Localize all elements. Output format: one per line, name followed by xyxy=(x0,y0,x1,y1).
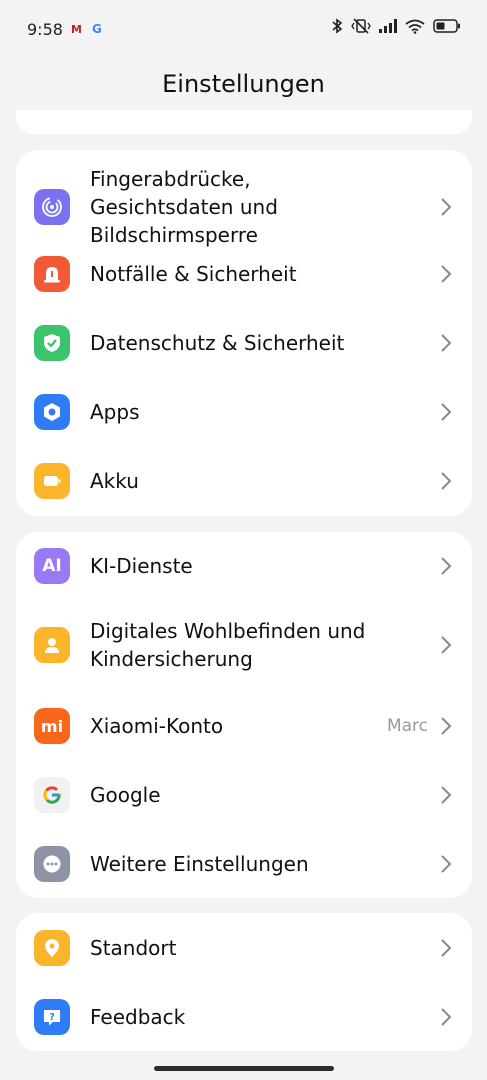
setting-apps[interactable]: Apps xyxy=(16,378,472,446)
location-pin-icon xyxy=(34,930,70,966)
setting-label: Digitales Wohlbefinden und Kindersicheru… xyxy=(90,619,366,671)
setting-xiaomi-account[interactable]: mi Xiaomi-Konto Marc xyxy=(16,692,472,760)
setting-feedback[interactable]: ? Feedback xyxy=(16,983,472,1051)
gmail-notification-icon: M xyxy=(71,23,82,36)
vibrate-off-icon xyxy=(351,18,371,34)
setting-label: Google xyxy=(90,783,161,807)
setting-label: Fingerabdrücke, Gesichtsdaten und Bildsc… xyxy=(90,167,278,247)
settings-group-security: Fingerabdrücke, Gesichtsdaten und Bildsc… xyxy=(16,150,472,516)
wifi-icon xyxy=(405,19,425,34)
shield-check-icon xyxy=(34,325,70,361)
settings-screen: 9:58 M G Einstellungen Fingerabdrücke, G… xyxy=(0,0,487,1080)
chevron-right-icon xyxy=(441,717,452,735)
setting-label: KI-Dienste xyxy=(90,554,193,578)
setting-more-settings[interactable]: Weitere Einstellungen xyxy=(16,830,472,898)
bluetooth-icon xyxy=(331,18,343,34)
battery-icon xyxy=(433,19,461,33)
setting-label: Akku xyxy=(90,469,139,493)
chevron-right-icon xyxy=(441,939,452,957)
page-title: Einstellungen xyxy=(162,70,325,98)
chevron-right-icon xyxy=(441,472,452,490)
emergency-bell-icon xyxy=(34,256,70,292)
chevron-right-icon xyxy=(441,855,452,873)
status-bar: 9:58 M G xyxy=(0,0,487,60)
chevron-right-icon xyxy=(441,334,452,352)
google-notification-icon: G xyxy=(92,22,102,36)
chevron-right-icon xyxy=(441,786,452,804)
setting-label: Standort xyxy=(90,936,177,960)
chevron-right-icon xyxy=(441,1008,452,1026)
feedback-icon: ? xyxy=(34,999,70,1035)
chevron-right-icon xyxy=(441,403,452,421)
status-time: 9:58 xyxy=(27,20,63,39)
previous-settings-card xyxy=(16,110,472,134)
setting-emergency-safety[interactable]: Notfälle & Sicherheit xyxy=(16,240,472,308)
account-name-value: Marc xyxy=(386,716,428,736)
battery-icon xyxy=(34,463,70,499)
setting-label: Notfälle & Sicherheit xyxy=(90,262,297,286)
setting-label: Apps xyxy=(90,400,140,424)
google-logo-icon xyxy=(34,777,70,813)
setting-google[interactable]: Google xyxy=(16,761,472,829)
signal-icon xyxy=(379,19,397,33)
status-icons xyxy=(331,18,461,34)
setting-label: Datenschutz & Sicherheit xyxy=(90,331,345,355)
more-dots-icon xyxy=(34,846,70,882)
setting-battery[interactable]: Akku xyxy=(16,447,472,515)
setting-privacy-security[interactable]: Datenschutz & Sicherheit xyxy=(16,309,472,377)
home-indicator[interactable] xyxy=(154,1066,334,1071)
xiaomi-logo-icon: mi xyxy=(34,708,70,744)
ai-icon: AI xyxy=(34,548,70,584)
wellbeing-person-icon xyxy=(34,627,70,663)
chevron-right-icon xyxy=(441,636,452,654)
setting-ai-services[interactable]: AI KI-Dienste xyxy=(16,532,472,600)
fingerprint-icon xyxy=(34,189,70,225)
settings-group-misc: Standort ? Feedback xyxy=(16,913,472,1051)
chevron-right-icon xyxy=(441,198,452,216)
setting-digital-wellbeing[interactable]: Digitales Wohlbefinden und Kindersicheru… xyxy=(16,600,472,690)
settings-group-services: AI KI-Dienste Digitales Wohlbefinden und… xyxy=(16,532,472,898)
apps-hexagon-icon xyxy=(34,394,70,430)
chevron-right-icon xyxy=(441,557,452,575)
setting-location[interactable]: Standort xyxy=(16,914,472,982)
setting-fingerprint-face-lock[interactable]: Fingerabdrücke, Gesichtsdaten und Bildsc… xyxy=(16,162,472,252)
setting-label: Xiaomi-Konto xyxy=(90,714,224,738)
setting-label: Feedback xyxy=(90,1005,186,1029)
chevron-right-icon xyxy=(441,265,452,283)
svg-text:?: ? xyxy=(49,1012,55,1023)
setting-label: Weitere Einstellungen xyxy=(90,852,309,876)
